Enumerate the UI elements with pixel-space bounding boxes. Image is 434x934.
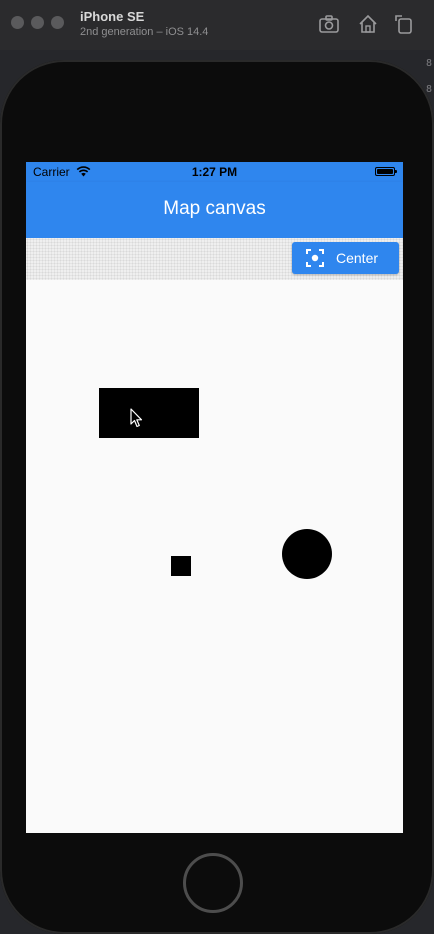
- device-screen: Carrier 1:27 PM Map canvas Center: [26, 162, 403, 833]
- home-button[interactable]: [183, 853, 243, 913]
- line-number: 8: [425, 58, 432, 69]
- canvas-rectangle[interactable]: [99, 388, 199, 438]
- battery-icon: [375, 167, 397, 176]
- home-icon[interactable]: [357, 13, 379, 35]
- simulator-titlebar: iPhone SE 2nd generation – iOS 14.4: [0, 0, 434, 50]
- line-number: 8: [425, 84, 432, 95]
- status-bar: Carrier 1:27 PM: [26, 162, 403, 182]
- app-bar: Map canvas: [26, 182, 403, 238]
- pointer-cursor-icon: [130, 408, 143, 428]
- canvas-square[interactable]: [171, 556, 191, 576]
- close-window-button[interactable]: [11, 16, 24, 29]
- center-button-label: Center: [336, 250, 379, 266]
- screenshot-icon[interactable]: [318, 13, 340, 35]
- canvas-circle[interactable]: [282, 529, 332, 579]
- center-button[interactable]: Center: [292, 242, 399, 274]
- status-time: 1:27 PM: [191, 165, 238, 179]
- center-focus-icon: [306, 249, 324, 267]
- minimize-window-button[interactable]: [31, 16, 44, 29]
- page-title: Map canvas: [163, 198, 266, 219]
- canvas-toolbar: Center: [26, 238, 403, 280]
- rotate-icon[interactable]: [393, 13, 415, 35]
- device-name: iPhone SE: [80, 9, 145, 24]
- zoom-window-button[interactable]: [51, 16, 64, 29]
- device-subtitle: 2nd generation – iOS 14.4: [80, 26, 209, 38]
- map-canvas[interactable]: [26, 280, 403, 833]
